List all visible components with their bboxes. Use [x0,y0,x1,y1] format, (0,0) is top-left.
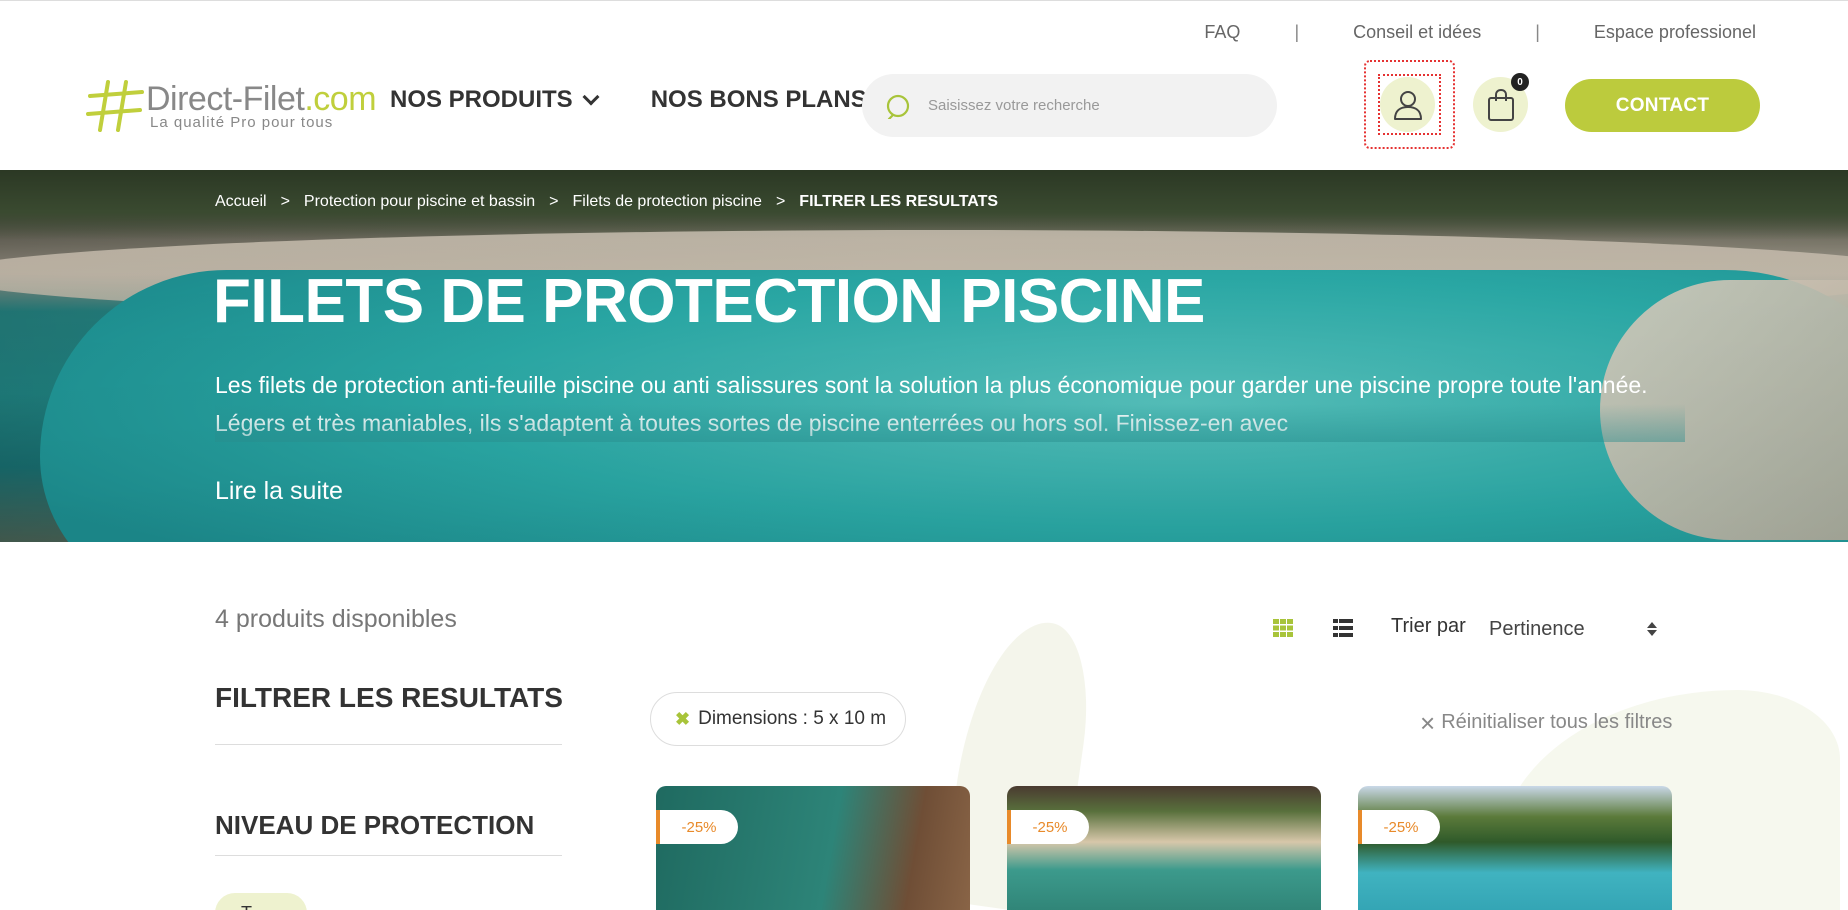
espace-pro-link[interactable]: Espace professionel [1594,22,1756,43]
reset-filters-link[interactable]: × Réinitialiser tous les filtres [1420,707,1673,738]
logo-tagline: La qualité Pro pour tous [150,114,334,131]
page-title: FILETS DE PROTECTION PISCINE [213,267,1205,336]
sort-label: Trier par [1391,615,1466,637]
close-icon: × [1420,707,1436,738]
product-card[interactable]: -25% [1358,786,1672,910]
discount-badge: -25% [1358,810,1440,844]
divider [215,744,562,745]
remove-filter-icon[interactable]: ✖ [675,709,690,730]
logo-domain: .com [304,80,377,118]
main-nav: NOS PRODUITS NOS BONS PLANS [390,86,894,114]
site-logo[interactable]: Direct-Filet.com La qualité Pro pour tou… [86,78,377,134]
cart-button[interactable]: 0 [1473,73,1529,132]
cart-count-badge: 0 [1511,73,1529,91]
active-filter-label: Dimensions : 5 x 10 m [698,708,887,729]
select-arrows-icon [1647,622,1657,636]
account-button[interactable] [1380,77,1435,132]
logo-name: Direct-Filet [146,80,305,118]
breadcrumb-level2[interactable]: Filets de protection piscine [573,193,762,211]
search-icon[interactable] [886,93,912,119]
nav-label: NOS PRODUITS [390,86,573,113]
breadcrumb-separator: > [549,193,559,210]
contact-button[interactable]: CONTACT [1565,79,1760,132]
conseil-link[interactable]: Conseil et idées [1353,22,1481,43]
product-card[interactable]: -25% [656,786,970,910]
shopping-bag-icon [1487,88,1514,121]
breadcrumb-separator: > [775,193,786,210]
utility-links: FAQ | Conseil et idées | Espace professi… [1204,22,1756,43]
breadcrumb-home[interactable]: Accueil [215,193,267,211]
nav-label: NOS BONS PLANS [650,86,867,113]
discount-badge: -25% [656,810,738,844]
sort-selected-value: Pertinence [1489,617,1585,640]
chevron-down-icon [582,88,600,106]
breadcrumb-current: FILTRER LES RESULTATS [799,193,999,210]
filter-title: FILTRER LES RESULTATS [215,682,563,713]
grid-view-icon[interactable] [1273,619,1293,637]
nav-nos-produits[interactable]: NOS PRODUITS [390,86,600,114]
product-card[interactable]: -25% [1007,786,1321,910]
breadcrumb-separator: > [280,193,290,210]
read-more-link[interactable]: Lire la suite [215,477,343,506]
search-bar [862,74,1277,137]
reset-filters-label: Réinitialiser tous les filtres [1441,711,1673,733]
category-description: Les filets de protection anti-feuille pi… [215,366,1685,442]
nav-nos-bons-plans[interactable]: NOS BONS PLANS [650,86,894,114]
discount-badge: -25% [1007,810,1089,844]
link-separator: | [1294,22,1300,42]
filter-section-title[interactable]: NIVEAU DE PROTECTION [215,810,534,841]
user-icon [1393,90,1422,120]
top-border [0,0,1848,1]
link-separator: | [1535,22,1540,42]
search-input[interactable] [928,97,1248,114]
list-view-icon[interactable] [1333,619,1353,637]
breadcrumb: Accueil > Protection pour piscine et bas… [215,193,998,211]
sort-select[interactable]: Pertinence [1489,616,1659,642]
filter-option-chip[interactable]: T [215,893,307,910]
active-filter-chip[interactable]: ✖ Dimensions : 5 x 10 m [650,692,906,746]
divider [215,855,562,856]
faq-link[interactable]: FAQ [1204,22,1240,43]
logo-hash-icon [86,80,144,132]
description-fade [215,404,1685,442]
breadcrumb-level1[interactable]: Protection pour piscine et bassin [304,193,535,211]
product-count: 4 produits disponibles [215,605,457,633]
